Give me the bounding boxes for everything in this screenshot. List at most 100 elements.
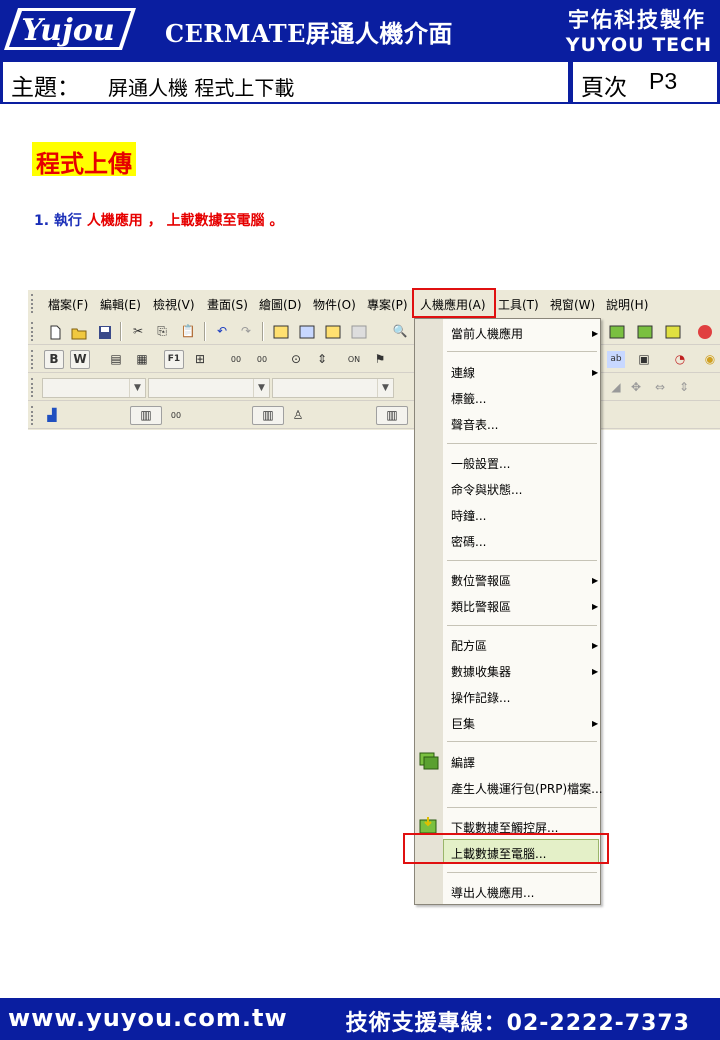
menubar: 檔案(F) 編輯(E) 檢視(V) 畫面(S) 繪圖(D) 物件(O) 專案(P… — [28, 290, 720, 316]
hmi-application-dropdown: 當前人機應用 ▶ 連線 ▶ 標籤... 聲音表... 一般設置... 命令與狀態… — [414, 318, 603, 905]
menu-draw[interactable]: 繪圖(D) — [259, 296, 302, 313]
save-icon[interactable] — [94, 322, 114, 341]
page-header: Yujou CERMATE屏通人機介面 宇佑科技製作 YUYOU TECH — [0, 0, 720, 60]
menu-item-analog-alarm[interactable]: 類比警報區 — [451, 598, 511, 615]
menu-item-export-app[interactable]: 導出人機應用... — [451, 884, 534, 901]
menu-screen[interactable]: 畫面(S) — [207, 296, 248, 313]
submenu-arrow-icon: ▶ — [592, 641, 599, 650]
compile-icon[interactable] — [606, 322, 626, 341]
word-button-icon[interactable]: W — [70, 350, 90, 369]
layer-toggle-icon[interactable]: ▥ — [376, 406, 408, 425]
bit-button-icon[interactable]: B — [44, 350, 64, 369]
download-icon[interactable] — [634, 322, 654, 341]
menu-item-current-app[interactable]: 當前人機應用 — [451, 325, 523, 342]
menu-edit[interactable]: 編輯(E) — [100, 296, 141, 313]
paste-icon[interactable]: 📋 — [178, 322, 198, 341]
menu-help[interactable]: 說明(H) — [606, 296, 648, 313]
chart-icon[interactable]: ▟ — [42, 406, 62, 425]
font-combo[interactable]: ▼ — [42, 378, 146, 398]
menu-file[interactable]: 檔案(F) — [48, 296, 88, 313]
toolbar-grip[interactable] — [31, 350, 35, 369]
indicator-icon[interactable]: ⚑ — [370, 350, 390, 369]
menu-item-password[interactable]: 密碼... — [451, 533, 486, 550]
page-label: 頁次 — [581, 75, 627, 101]
spin-icon[interactable]: ⇕ — [312, 350, 332, 369]
step-end: 。 — [269, 213, 284, 229]
cut-icon[interactable]: ✂ — [128, 322, 148, 341]
layer-toggle-icon[interactable]: ▥ — [252, 406, 284, 425]
menu-item-recipe[interactable]: 配方區 — [451, 637, 487, 654]
menu-item-command-status[interactable]: 命令與狀態... — [451, 481, 522, 498]
copy-icon[interactable]: ⎘ — [152, 322, 172, 341]
menu-item-operation-log[interactable]: 操作記錄... — [451, 689, 510, 706]
chevron-down-icon: ▼ — [129, 379, 145, 397]
menu-object[interactable]: 物件(O) — [313, 296, 356, 313]
highlight-frame-upload — [403, 833, 609, 864]
meter-icon[interactable]: ◔ — [670, 350, 690, 369]
layer-toggle-icon[interactable]: ▥ — [130, 406, 162, 425]
align-icon[interactable]: ◢ — [606, 378, 626, 397]
grid-icon[interactable]: ⊞ — [190, 350, 210, 369]
step-instruction: 1. 執行 人機應用 ， 上載數據至電腦 。 — [34, 210, 283, 230]
simulate-icon[interactable] — [694, 322, 714, 341]
flip-horizontal-icon[interactable]: ⇔ — [650, 378, 670, 397]
menu-item-connection[interactable]: 連線 — [451, 364, 475, 381]
screen-button-icon[interactable]: ▤ — [106, 350, 126, 369]
number-input-icon[interactable]: 00 — [252, 350, 272, 369]
picture-icon[interactable]: ▣ — [634, 350, 654, 369]
style-combo[interactable]: ▼ — [272, 378, 394, 398]
toolbar-grip[interactable] — [31, 378, 35, 397]
add-screen-icon[interactable] — [270, 322, 290, 341]
clock-icon[interactable]: ◉ — [700, 350, 720, 369]
toolbar-grip[interactable] — [31, 322, 35, 341]
upload-icon[interactable] — [662, 322, 682, 341]
footer-url[interactable]: www.yuyou.com.tw — [8, 1004, 288, 1032]
logo-wordmark: Yujou — [21, 13, 114, 48]
software-window: 檔案(F) 編輯(E) 檢視(V) 畫面(S) 繪圖(D) 物件(O) 專案(P… — [28, 290, 720, 430]
menu-item-data-collector[interactable]: 數據收集器 — [451, 663, 511, 680]
menu-view[interactable]: 檢視(V) — [153, 296, 195, 313]
screen-delete-icon[interactable] — [348, 322, 368, 341]
menu-item-clock[interactable]: 時鐘... — [451, 507, 486, 524]
menu-item-sound-table[interactable]: 聲音表... — [451, 416, 498, 433]
menu-item-general-settings[interactable]: 一般設置... — [451, 455, 510, 472]
zoom-icon[interactable]: 🔍 — [390, 322, 410, 341]
menu-tools[interactable]: 工具(T) — [498, 296, 539, 313]
step-separator: ， — [147, 213, 162, 229]
menubar-grip[interactable] — [31, 294, 35, 313]
menu-item-tags[interactable]: 標籤... — [451, 390, 486, 407]
on-off-icon[interactable]: ON — [344, 350, 364, 369]
step-number: 1. — [34, 213, 50, 229]
radio-icon[interactable]: ⊙ — [286, 350, 306, 369]
screen-properties-icon[interactable] — [322, 322, 342, 341]
function-key-icon[interactable]: F1 — [164, 350, 184, 369]
menu-item-digital-alarm[interactable]: 數位警報區 — [451, 572, 511, 589]
new-file-icon[interactable] — [44, 322, 64, 341]
size-combo[interactable]: ▼ — [148, 378, 270, 398]
header-title: CERMATE屏通人機介面 — [165, 19, 453, 48]
submenu-arrow-icon: ▶ — [592, 329, 599, 338]
redo-icon[interactable]: ↷ — [236, 322, 256, 341]
text-label-icon[interactable]: ab — [606, 350, 626, 369]
menu-window[interactable]: 視窗(W) — [550, 296, 595, 313]
tag-icon[interactable]: 00 — [166, 406, 186, 425]
page-number: P3 — [649, 68, 678, 94]
yuyou-logo: Yujou — [4, 6, 136, 52]
toolbar-layers: ▟ ▥ 00 ▥ ♙ ▥ — [28, 402, 720, 429]
menu-project[interactable]: 專案(P) — [367, 296, 408, 313]
user-icon[interactable]: ♙ — [288, 406, 308, 425]
screen-copy-icon[interactable] — [296, 322, 316, 341]
number-display-icon[interactable]: 00 — [226, 350, 246, 369]
keypad-icon[interactable]: ▦ — [132, 350, 152, 369]
open-folder-icon[interactable] — [68, 322, 88, 341]
move-icon[interactable]: ✥ — [626, 378, 646, 397]
flip-vertical-icon[interactable]: ⇕ — [674, 378, 694, 397]
menu-item-generate-prp[interactable]: 產生人機運行包(PRP)檔案... — [451, 780, 603, 797]
undo-icon[interactable]: ↶ — [212, 322, 232, 341]
toolbar-grip[interactable] — [31, 406, 35, 425]
step-highlight-hmi-app: 人機應用 — [86, 213, 143, 229]
section-title: 程式上傳 — [32, 142, 136, 178]
menu-item-macro[interactable]: 巨集 — [451, 715, 475, 732]
company-name-en: YUYOU TECH — [565, 34, 712, 56]
menu-item-compile[interactable]: 編譯 — [451, 754, 475, 771]
